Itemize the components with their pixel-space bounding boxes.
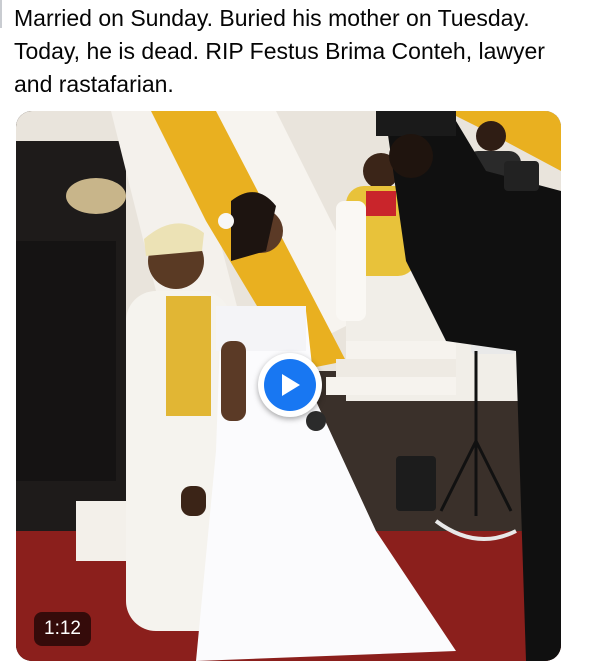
play-triangle-icon [282, 374, 300, 396]
play-icon [264, 359, 316, 411]
left-divider [0, 0, 2, 28]
post-card: Married on Sunday. Buried his mother on … [0, 0, 597, 668]
post-text: Married on Sunday. Buried his mother on … [14, 5, 545, 97]
play-button[interactable] [258, 353, 322, 417]
video-player[interactable]: 1:12 [16, 111, 561, 661]
duration-badge: 1:12 [34, 612, 91, 646]
